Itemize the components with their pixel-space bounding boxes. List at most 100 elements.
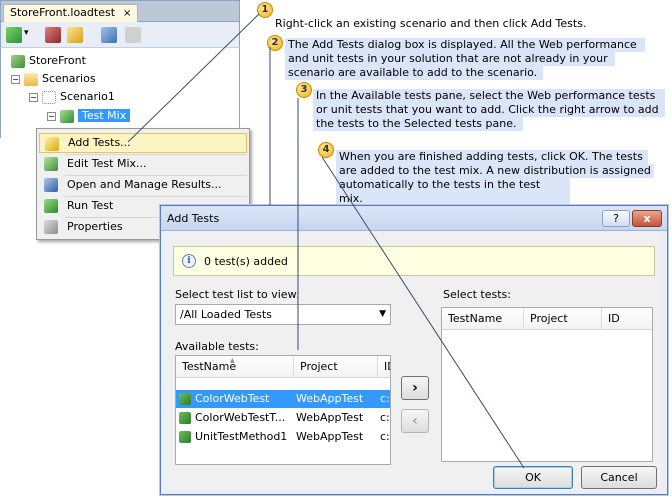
- test-list-value: /All Loaded Tests: [180, 308, 272, 321]
- info-icon: i: [182, 254, 196, 268]
- project-cell: WebAppTest: [296, 392, 364, 405]
- menu-item-add-tests[interactable]: Add Tests...: [39, 133, 247, 153]
- test-name: ColorWebTestT...: [195, 411, 286, 424]
- tree-node-test-mix[interactable]: − Test Mix: [47, 107, 131, 125]
- table-row[interactable]: ColorWebTestT... WebAppTest c:: [176, 409, 390, 427]
- remove-selected-button[interactable]: ‹: [401, 409, 429, 433]
- id-cell: c:: [380, 411, 390, 424]
- chevron-down-icon[interactable]: ▼: [379, 309, 386, 319]
- project-cell: WebAppTest: [296, 411, 364, 424]
- tree-node-label: Scenarios: [42, 72, 96, 85]
- callout-line: scenario are available to add to the sce…: [285, 66, 543, 80]
- tab-title: StoreFront.loadtest: [10, 6, 116, 19]
- unit-test-icon: [179, 431, 191, 443]
- test-name: ColorWebTest: [195, 392, 270, 405]
- tree-node-label: Scenario1: [60, 90, 115, 103]
- sort-ascending-icon: ▲: [230, 357, 235, 364]
- web-test-icon: [179, 412, 191, 424]
- callout-number: 4: [318, 142, 334, 158]
- callout-text: When you are finished adding tests, clic…: [336, 150, 654, 206]
- disabled-tool-icon: [125, 27, 141, 43]
- callout-line: or unit tests that you want to add. Clic…: [313, 103, 665, 117]
- collapse-icon[interactable]: −: [29, 92, 38, 102]
- test-name-cell: UnitTestMethod1: [179, 428, 291, 446]
- column-header-project[interactable]: Project: [524, 308, 602, 330]
- load-test-tree: StoreFront − Scenarios − Scenario1 − Test M…: [0, 48, 240, 138]
- test-name: UnitTestMethod1: [195, 430, 288, 443]
- menu-item-label: Run Test: [67, 199, 114, 212]
- collapse-icon[interactable]: −: [47, 111, 56, 121]
- select-test-list-label: Select test list to view:: [175, 288, 300, 301]
- column-header-project[interactable]: Project: [294, 356, 378, 378]
- manage-results-icon[interactable]: [101, 27, 117, 43]
- callout-text: The Add Tests dialog box is displayed. A…: [285, 38, 645, 80]
- scenario-icon: [42, 90, 56, 104]
- add-scenario-icon[interactable]: [6, 27, 22, 43]
- add-tests-dialog: Add Tests ? x i 0 test(s) added Select t…: [160, 205, 668, 495]
- table-row[interactable]: ColorWebTest WebAppTest c:: [176, 390, 390, 408]
- ok-button[interactable]: OK: [493, 466, 573, 489]
- test-name-cell: ColorWebTestT...: [179, 409, 291, 427]
- table-row[interactable]: UnitTestMethod1 WebAppTest c:: [176, 428, 390, 446]
- available-tests-label: Available tests:: [175, 340, 259, 353]
- menu-item-edit-test-mix[interactable]: Edit Test Mix...: [39, 154, 247, 174]
- column-header-testname[interactable]: TestName ▲: [176, 356, 294, 378]
- dialog-title-bar: Add Tests ? x: [161, 206, 667, 231]
- cancel-button[interactable]: Cancel: [581, 466, 657, 489]
- column-header-testname[interactable]: TestName: [442, 308, 524, 330]
- callout-line: The Add Tests dialog box is displayed. A…: [285, 38, 645, 52]
- callout-line: the tests to the Selected tests pane.: [313, 117, 523, 131]
- menu-item-label: Open and Manage Results...: [67, 178, 222, 191]
- tree-node-scenarios[interactable]: − Scenarios: [11, 70, 96, 88]
- load-test-toolbar: ▾: [0, 22, 240, 48]
- results-icon: [44, 178, 58, 192]
- tests-added-status: 0 test(s) added: [204, 255, 288, 268]
- available-tests-grid[interactable]: TestName ▲ Project ID ColorWebTest WebAp…: [175, 355, 391, 465]
- add-tests-icon: [45, 137, 59, 151]
- tab-close-icon[interactable]: ×: [123, 8, 131, 19]
- add-context-icon[interactable]: [67, 27, 83, 43]
- close-button[interactable]: x: [632, 210, 662, 227]
- callout-number: 1: [257, 2, 273, 18]
- project-cell: WebAppTest: [296, 430, 364, 443]
- callout-line: are added to the test mix. A new distrib…: [336, 164, 654, 178]
- run-test-icon: [44, 199, 58, 213]
- callout-line: In the Available tests pane, select the …: [313, 89, 665, 103]
- load-test-icon: [11, 54, 25, 68]
- add-selected-button[interactable]: ›: [401, 376, 429, 400]
- select-tests-label: Select tests:: [443, 288, 511, 301]
- column-header-id[interactable]: ID: [378, 356, 390, 378]
- tree-node-label: StoreFront: [29, 54, 86, 67]
- callout-line: and unit tests in your solution that are…: [285, 52, 615, 66]
- callout-text: In the Available tests pane, select the …: [313, 89, 665, 131]
- column-header-id[interactable]: ID: [602, 308, 652, 330]
- menu-item-label: Add Tests...: [68, 136, 131, 149]
- id-cell: c:: [380, 430, 390, 443]
- web-test-icon: [179, 393, 191, 405]
- info-bar: i 0 test(s) added: [173, 246, 655, 276]
- tree-node-storefront[interactable]: StoreFront: [11, 52, 86, 70]
- menu-item-label: Properties: [67, 220, 123, 233]
- callout-line: When you are finished adding tests, clic…: [336, 150, 648, 164]
- callout-text: Right-click an existing scenario and the…: [275, 17, 587, 30]
- menu-item-open-manage-results[interactable]: Open and Manage Results...: [39, 175, 247, 195]
- loadtest-document-tab[interactable]: StoreFront.loadtest ×: [3, 4, 139, 22]
- id-cell: c:: [380, 392, 390, 405]
- test-name-cell: ColorWebTest: [179, 390, 291, 408]
- results-toolbar-icon[interactable]: [45, 27, 61, 43]
- column-header-label: TestName: [182, 360, 237, 373]
- toolbar-dropdown-icon[interactable]: ▾: [24, 28, 29, 38]
- callout-number: 2: [267, 35, 283, 51]
- collapse-icon[interactable]: −: [11, 74, 20, 84]
- tree-node-label: Test Mix: [78, 109, 131, 122]
- selected-tests-grid[interactable]: TestName Project ID: [441, 307, 653, 462]
- test-list-select[interactable]: /All Loaded Tests ▼: [175, 304, 391, 325]
- dialog-body: i 0 test(s) added Select test list to vi…: [167, 232, 661, 490]
- folder-icon: [24, 72, 38, 86]
- dialog-title: Add Tests: [167, 212, 220, 225]
- help-button[interactable]: ?: [602, 210, 630, 227]
- callout-number: 3: [296, 82, 312, 98]
- menu-item-label: Edit Test Mix...: [67, 157, 147, 170]
- callout-line: automatically to the tests in the test m…: [336, 178, 570, 206]
- tree-node-scenario1[interactable]: − Scenario1: [29, 88, 115, 106]
